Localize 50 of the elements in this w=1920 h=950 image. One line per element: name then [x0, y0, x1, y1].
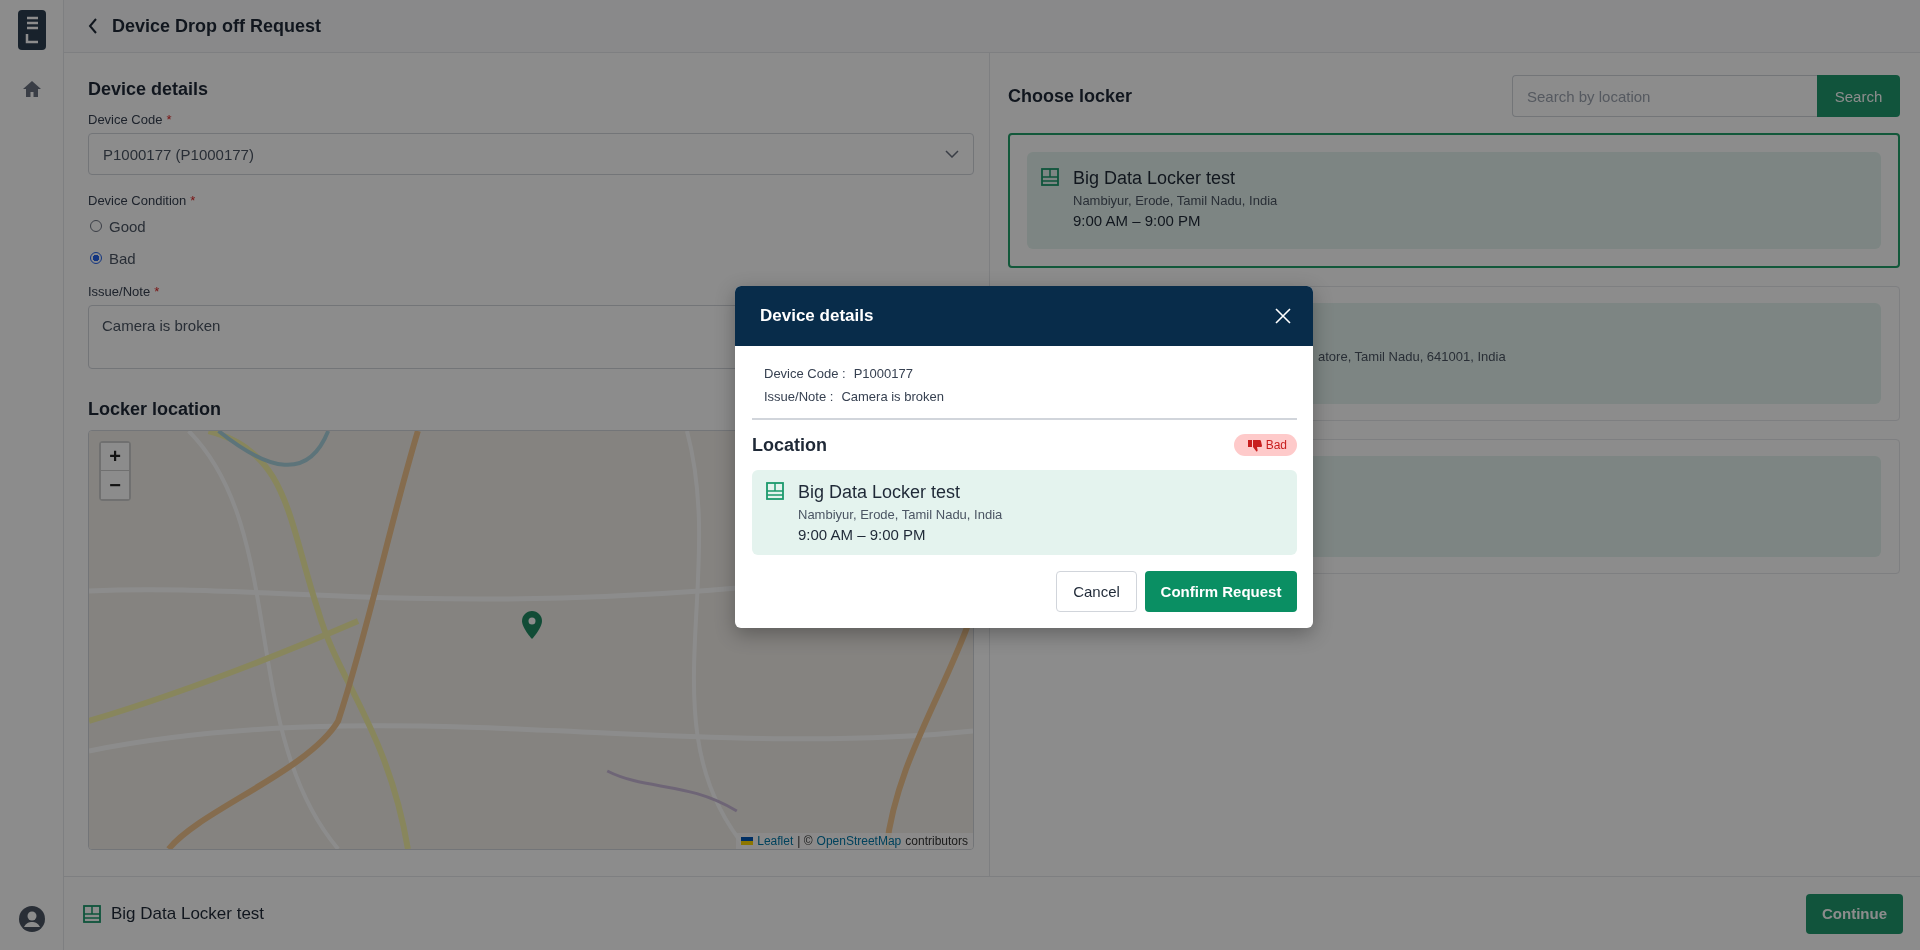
detail-value: Camera is broken [841, 389, 944, 404]
radio-label[interactable]: Good [109, 217, 146, 235]
locker-address: Nambiyur, Erode, Tamil Nadu, India [1073, 193, 1278, 208]
detail-value: P1000177 [853, 366, 913, 381]
radio-button[interactable] [90, 252, 102, 264]
chevron-down-icon [945, 150, 959, 158]
field-label: Device Code [88, 112, 163, 127]
locker-name: Big Data Locker test [798, 482, 962, 503]
flag-icon [741, 837, 754, 845]
locker-card[interactable]: Big Data Locker test Nambiyur, Erode, Tamil Nadu, India 9:00 AM – 9:00 PM [1008, 133, 1900, 268]
locker-hours: 9:00 AM – 9:00 PM [1073, 212, 1202, 229]
locker-name: Big Data Locker test [1073, 168, 1237, 189]
condition-badge: Bad [1233, 434, 1297, 456]
cancel-button[interactable]: Cancel [1056, 571, 1137, 612]
attribution-text: contributors [905, 834, 968, 848]
close-icon[interactable] [1275, 308, 1291, 324]
continue-button[interactable]: Continue [1806, 893, 1903, 934]
attribution-text: | © [797, 834, 813, 848]
section-title: Device details [88, 79, 210, 100]
map-pin-icon[interactable] [522, 611, 542, 639]
field-label: Issue/Note [88, 284, 151, 299]
detail-label: Issue/Note : [764, 389, 834, 404]
location-title: Location [752, 434, 827, 456]
section-title: Locker location [88, 399, 223, 420]
search-button[interactable]: Search [1817, 75, 1900, 117]
locker-icon [766, 482, 784, 500]
back-icon[interactable] [88, 18, 98, 34]
device-code-select[interactable]: P1000177 (P1000177) [88, 133, 974, 175]
leaflet-link[interactable]: Leaflet [757, 834, 794, 848]
locker-hours: 9:00 AM – 9:00 PM [798, 526, 927, 543]
radio-label[interactable]: Bad [109, 249, 136, 267]
logo-icon[interactable] [17, 10, 46, 50]
modal-title: Device details [760, 306, 874, 326]
page-title: Device Drop off Request [112, 15, 322, 37]
locker-address: Nambiyur, Erode, Tamil Nadu, India [798, 507, 1003, 522]
user-avatar-icon[interactable] [18, 906, 45, 932]
selected-locker-name: Big Data Locker test [111, 903, 265, 924]
locker-icon [1041, 168, 1059, 186]
field-label: Device Condition [88, 193, 187, 208]
required-mark: * [166, 112, 172, 127]
home-icon[interactable] [21, 80, 42, 98]
confirm-request-button[interactable]: Confirm Request [1145, 571, 1297, 612]
zoom-in-button[interactable]: + [101, 443, 129, 471]
detail-label: Device Code : [764, 366, 846, 381]
required-mark: * [190, 193, 196, 208]
locker-address: atore, Tamil Nadu, 641001, India [1318, 349, 1506, 364]
section-title: Choose locker [1008, 85, 1133, 107]
required-mark: * [154, 284, 160, 299]
locker-icon [83, 904, 101, 923]
openstreetmap-link[interactable]: OpenStreetMap [816, 834, 902, 848]
